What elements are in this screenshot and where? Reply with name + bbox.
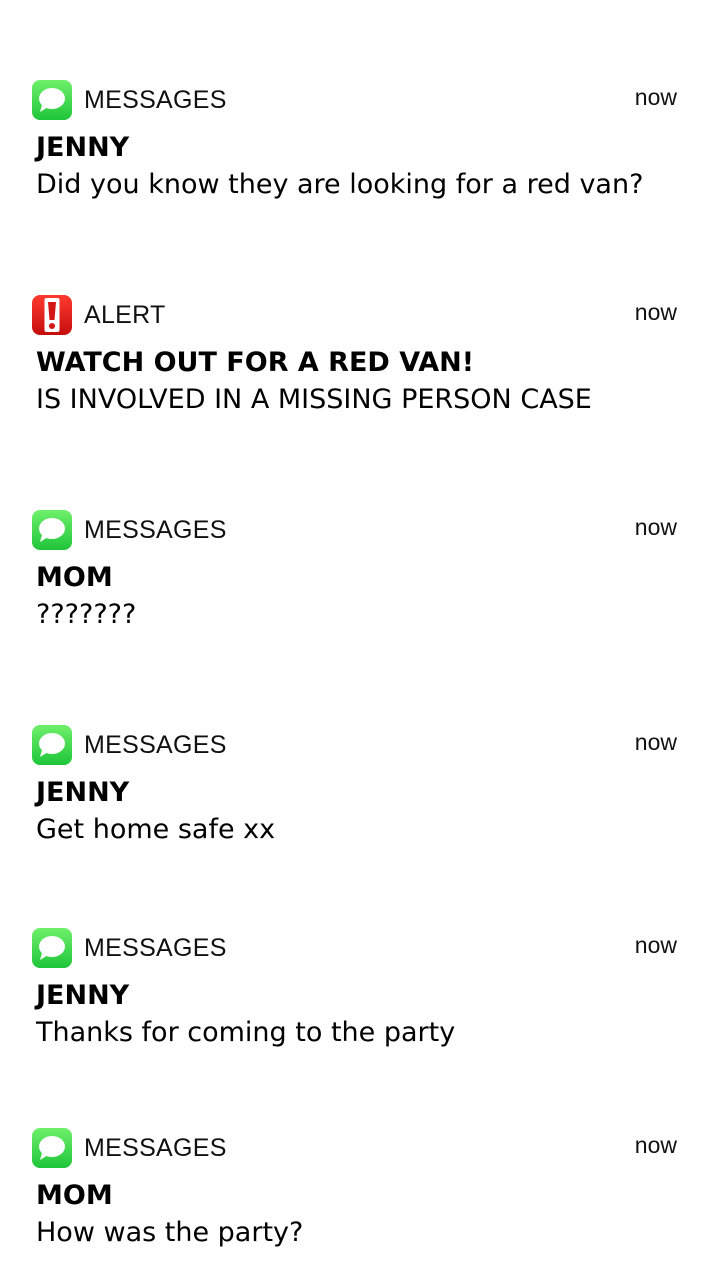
notification-time: now <box>634 84 677 110</box>
notification-header: MESSAGES now <box>32 725 688 765</box>
notification-screen: MESSAGES now JENNY Did you know they are… <box>0 0 720 1280</box>
alert-icon <box>32 295 72 335</box>
notification-sender: JENNY <box>36 132 130 163</box>
notification-sender: JENNY <box>36 777 130 808</box>
app-name: MESSAGES <box>84 516 227 544</box>
notification-body: Get home safe xx <box>36 814 276 845</box>
app-name: MESSAGES <box>84 934 227 962</box>
notification-time: now <box>634 514 677 540</box>
notification-header: MESSAGES now <box>32 928 688 968</box>
notification-sender: MOM <box>36 562 113 593</box>
notification-header: MESSAGES now <box>32 80 688 120</box>
notification-time: now <box>634 729 677 755</box>
notification-messages-jenny-party[interactable]: MESSAGES now JENNY Thanks for coming to … <box>0 928 720 1088</box>
notification-header: ALERT now <box>32 295 688 335</box>
app-name: ALERT <box>84 301 166 329</box>
notification-messages-mom-questions[interactable]: MESSAGES now MOM ??????? <box>0 510 720 670</box>
messages-icon <box>32 725 72 765</box>
notification-messages-jenny-get-home[interactable]: MESSAGES now JENNY Get home safe xx <box>0 725 720 885</box>
notification-body: How was the party? <box>36 1217 304 1248</box>
app-name: MESSAGES <box>84 1134 227 1162</box>
notification-body: IS INVOLVED IN A MISSING PERSON CASE <box>36 384 592 415</box>
notification-messages-jenny-red-van[interactable]: MESSAGES now JENNY Did you know they are… <box>0 80 720 240</box>
notification-sender: MOM <box>36 1180 113 1211</box>
app-name: MESSAGES <box>84 731 227 759</box>
notification-alert-red-van[interactable]: ALERT now WATCH OUT FOR A RED VAN! IS IN… <box>0 295 720 455</box>
notification-body: Thanks for coming to the party <box>36 1017 456 1048</box>
notification-time: now <box>634 299 677 325</box>
notification-sender: JENNY <box>36 980 130 1011</box>
messages-icon <box>32 80 72 120</box>
notification-header: MESSAGES now <box>32 510 688 550</box>
messages-icon <box>32 928 72 968</box>
notification-messages-mom-party[interactable]: MESSAGES now MOM How was the party? <box>0 1128 720 1280</box>
notification-time: now <box>634 932 677 958</box>
notification-body: Did you know they are looking for a red … <box>36 169 644 200</box>
app-name: MESSAGES <box>84 86 227 114</box>
notification-time: now <box>634 1132 677 1158</box>
notification-header: MESSAGES now <box>32 1128 688 1168</box>
notification-body: ??????? <box>36 599 137 630</box>
notification-title: WATCH OUT FOR A RED VAN! <box>36 347 475 378</box>
messages-icon <box>32 510 72 550</box>
messages-icon <box>32 1128 72 1168</box>
